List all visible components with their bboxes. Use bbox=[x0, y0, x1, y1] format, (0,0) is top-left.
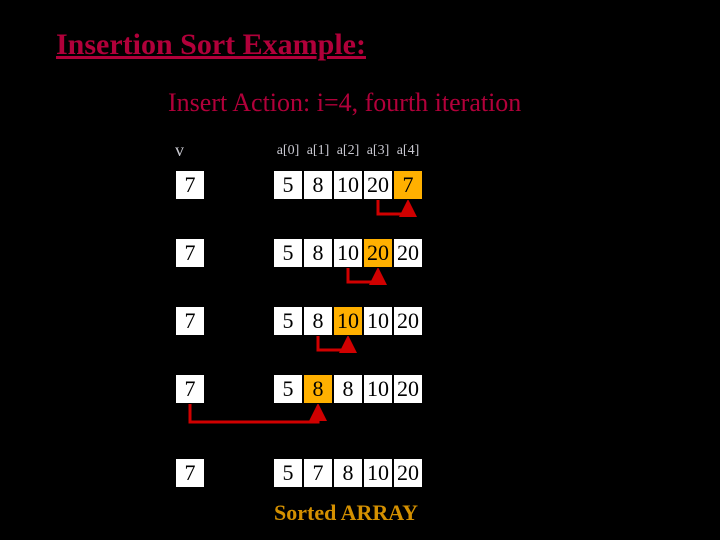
array-cell: 20 bbox=[393, 238, 423, 268]
header-a4: a[4] bbox=[393, 143, 423, 159]
array-cell: 10 bbox=[363, 458, 393, 488]
array-row: 5 8 10 10 20 bbox=[273, 306, 423, 336]
array-cell: 20 bbox=[393, 374, 423, 404]
array-cell: 8 bbox=[333, 458, 363, 488]
array-cell: 20 bbox=[363, 170, 393, 200]
v-value: 7 bbox=[175, 238, 205, 268]
array-cell: 10 bbox=[333, 238, 363, 268]
v-value: 7 bbox=[175, 458, 205, 488]
array-cell: 10 bbox=[333, 306, 363, 336]
array-cell: 8 bbox=[303, 170, 333, 200]
header-a0: a[0] bbox=[273, 143, 303, 159]
sorted-label: Sorted ARRAY bbox=[274, 500, 418, 526]
insert-arrow-icon bbox=[175, 404, 335, 440]
array-cell: 5 bbox=[273, 374, 303, 404]
step-row-0: 7 5 8 10 20 7 bbox=[175, 170, 423, 200]
array-cell: 8 bbox=[303, 306, 333, 336]
array-cell: 5 bbox=[273, 238, 303, 268]
array-cell: 8 bbox=[303, 374, 333, 404]
array-cell: 7 bbox=[393, 170, 423, 200]
array-row: 5 8 8 10 20 bbox=[273, 374, 423, 404]
array-cell: 5 bbox=[273, 306, 303, 336]
column-headers: v a[0] a[1] a[2] a[3] a[4] bbox=[175, 140, 423, 161]
array-cell: 10 bbox=[363, 306, 393, 336]
step-row-4: 7 5 7 8 10 20 bbox=[175, 458, 423, 488]
v-value: 7 bbox=[175, 170, 205, 200]
array-cell: 8 bbox=[303, 238, 333, 268]
array-cell: 20 bbox=[393, 458, 423, 488]
array-cell: 10 bbox=[363, 374, 393, 404]
array-row: 5 7 8 10 20 bbox=[273, 458, 423, 488]
v-value: 7 bbox=[175, 306, 205, 336]
array-cell: 20 bbox=[393, 306, 423, 336]
array-row: 5 8 10 20 7 bbox=[273, 170, 423, 200]
page-title: Insertion Sort Example: bbox=[56, 28, 366, 62]
array-cell: 5 bbox=[273, 170, 303, 200]
array-cell: 20 bbox=[363, 238, 393, 268]
shift-arrow-icon bbox=[303, 336, 363, 368]
header-v: v bbox=[175, 140, 205, 161]
shift-arrow-icon bbox=[363, 200, 423, 232]
v-value: 7 bbox=[175, 374, 205, 404]
array-cell: 7 bbox=[303, 458, 333, 488]
array-cell: 5 bbox=[273, 458, 303, 488]
array-cell: 10 bbox=[333, 170, 363, 200]
array-cell: 8 bbox=[333, 374, 363, 404]
array-row: 5 8 10 20 20 bbox=[273, 238, 423, 268]
header-a2: a[2] bbox=[333, 143, 363, 159]
shift-arrow-icon bbox=[333, 268, 393, 300]
step-row-2: 7 5 8 10 10 20 bbox=[175, 306, 423, 336]
page-subtitle: Insert Action: i=4, fourth iteration bbox=[168, 88, 521, 118]
header-a1: a[1] bbox=[303, 143, 333, 159]
step-row-1: 7 5 8 10 20 20 bbox=[175, 238, 423, 268]
header-a3: a[3] bbox=[363, 143, 393, 159]
step-row-3: 7 5 8 8 10 20 bbox=[175, 374, 423, 404]
